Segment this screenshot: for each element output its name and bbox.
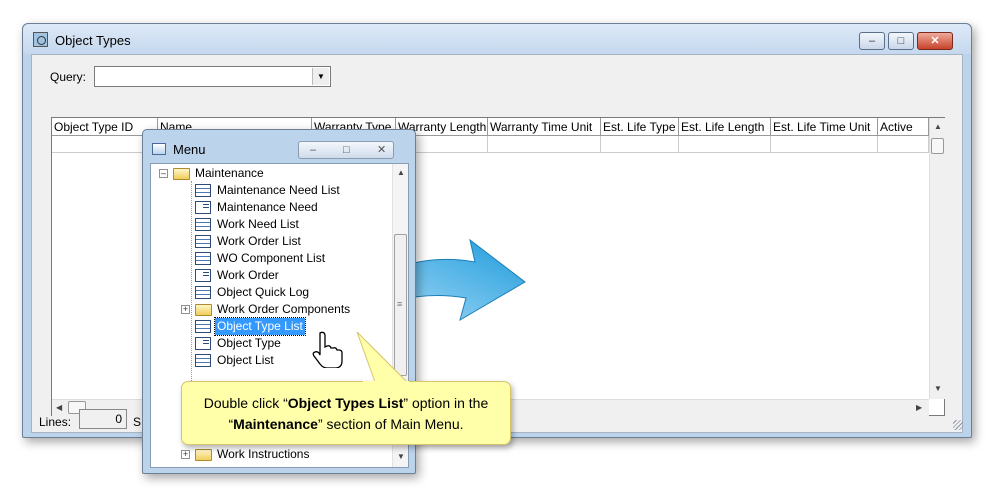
column-header-est-life-time-unit[interactable]: Est. Life Time Unit — [771, 118, 878, 136]
folder-icon — [195, 449, 212, 461]
tree-item-label: Work Order List — [217, 234, 301, 248]
tree-item-maintenance-need[interactable]: Maintenance Need — [151, 199, 391, 216]
callout-bold-option: Object Types List — [287, 395, 404, 411]
callout-text-prefix: Double click “ — [203, 395, 288, 411]
scroll-thumb[interactable] — [931, 138, 944, 154]
tree-item-maintenance[interactable]: – Maintenance — [151, 165, 391, 182]
resize-grip-icon[interactable] — [953, 420, 963, 430]
expand-icon[interactable]: + — [181, 305, 190, 314]
scroll-down-icon[interactable]: ▼ — [397, 452, 405, 461]
minimize-button[interactable]: – — [859, 32, 885, 50]
tree-item-work-order-list[interactable]: Work Order List — [151, 233, 391, 250]
scroll-grip-icon: ≡ — [397, 299, 403, 309]
callout-pointer — [356, 331, 409, 383]
scroll-up-icon[interactable]: ▲ — [397, 168, 405, 177]
column-header-warranty-time-unit[interactable]: Warranty Time Unit — [488, 118, 601, 136]
tree-item-object-quick-log[interactable]: Object Quick Log — [151, 284, 391, 301]
tree-item-work-order-components[interactable]: + Work Order Components — [151, 301, 391, 318]
column-header-est-life-length[interactable]: Est. Life Length — [679, 118, 771, 136]
instruction-callout: Double click “Object Types List” option … — [181, 381, 511, 445]
tree-item-wo-component-list[interactable]: WO Component List — [151, 250, 391, 267]
form-icon — [195, 201, 211, 214]
scroll-up-icon[interactable]: ▲ — [934, 122, 942, 131]
list-icon — [195, 235, 211, 248]
folder-open-icon — [173, 168, 190, 180]
hand-cursor-icon — [312, 331, 343, 368]
expand-icon[interactable]: + — [181, 450, 190, 459]
lines-label: Lines: — [39, 415, 72, 429]
grid-cell[interactable] — [878, 136, 929, 153]
scroll-down-icon[interactable]: ▼ — [934, 384, 942, 393]
folder-icon — [195, 304, 212, 316]
column-header-active[interactable]: Active — [878, 118, 929, 136]
form-icon — [195, 269, 211, 282]
lines-count: 0 — [79, 409, 127, 429]
menu-window-title: Menu — [173, 142, 206, 157]
list-icon — [195, 218, 211, 231]
grid-cell[interactable] — [679, 136, 771, 153]
close-button[interactable]: ✕ — [917, 32, 953, 50]
callout-text-suffix: ” section of Main Menu. — [317, 416, 464, 432]
maximize-icon: □ — [897, 35, 905, 47]
tree-item-label: Work Instructions — [217, 447, 310, 461]
list-icon — [195, 184, 211, 197]
grid-cell[interactable] — [488, 136, 601, 153]
menu-caption-buttons: – □ ✕ — [298, 141, 394, 159]
grid-cell[interactable] — [601, 136, 679, 153]
close-icon: ✕ — [930, 35, 940, 47]
list-icon — [195, 354, 211, 367]
tree-item-label: Maintenance — [195, 166, 264, 180]
list-icon — [195, 286, 211, 299]
window-title: Object Types — [55, 33, 131, 48]
minimize-icon: – — [868, 35, 876, 47]
column-header-est-life-type[interactable]: Est. Life Type — [601, 118, 679, 136]
collapse-icon[interactable]: – — [159, 169, 168, 178]
chevron-down-icon[interactable]: ▼ — [312, 68, 329, 85]
query-dropdown[interactable]: ▼ — [94, 66, 331, 87]
maximize-button[interactable]: □ — [888, 32, 914, 50]
tree-item-label: Object Type — [217, 336, 281, 350]
scroll-left-icon[interactable]: ◀ — [56, 403, 62, 412]
tree-item-label: Maintenance Need List — [217, 183, 340, 197]
callout-bold-section: Maintenance — [233, 416, 318, 432]
tree-item-label: Maintenance Need — [217, 200, 318, 214]
tree-item-label: Object Quick Log — [217, 285, 310, 299]
close-icon[interactable]: ✕ — [377, 142, 386, 158]
list-icon — [195, 252, 211, 265]
menu-window-icon — [152, 143, 166, 155]
tree-item-label: WO Component List — [217, 251, 326, 265]
tree-item-work-need-list[interactable]: Work Need List — [151, 216, 391, 233]
tree-item-label: Work Need List — [217, 217, 299, 231]
query-label: Query: — [50, 70, 87, 84]
tree-item-label-selected: Object Type List — [214, 317, 306, 336]
list-icon — [195, 320, 211, 333]
tree-item-label: Work Order — [217, 268, 279, 282]
minimize-icon[interactable]: – — [310, 142, 316, 158]
app-gear-icon — [33, 32, 48, 47]
tree-item-work-order[interactable]: Work Order — [151, 267, 391, 284]
tree-item-maintenance-need-list[interactable]: Maintenance Need List — [151, 182, 391, 199]
form-icon — [195, 337, 211, 350]
maximize-icon[interactable]: □ — [343, 142, 350, 158]
tree-item-label: Work Order Components — [217, 302, 351, 316]
tree-item-work-instructions[interactable]: + Work Instructions — [151, 446, 391, 463]
grid-cell[interactable] — [771, 136, 878, 153]
grid-vertical-scrollbar[interactable]: ▲ ▼ — [929, 118, 945, 399]
scroll-right-icon[interactable]: ▶ — [916, 403, 922, 412]
tree-item-label: Object List — [217, 353, 274, 367]
title-bar[interactable]: Object Types – □ ✕ — [23, 24, 971, 54]
status-label: S — [133, 415, 142, 429]
